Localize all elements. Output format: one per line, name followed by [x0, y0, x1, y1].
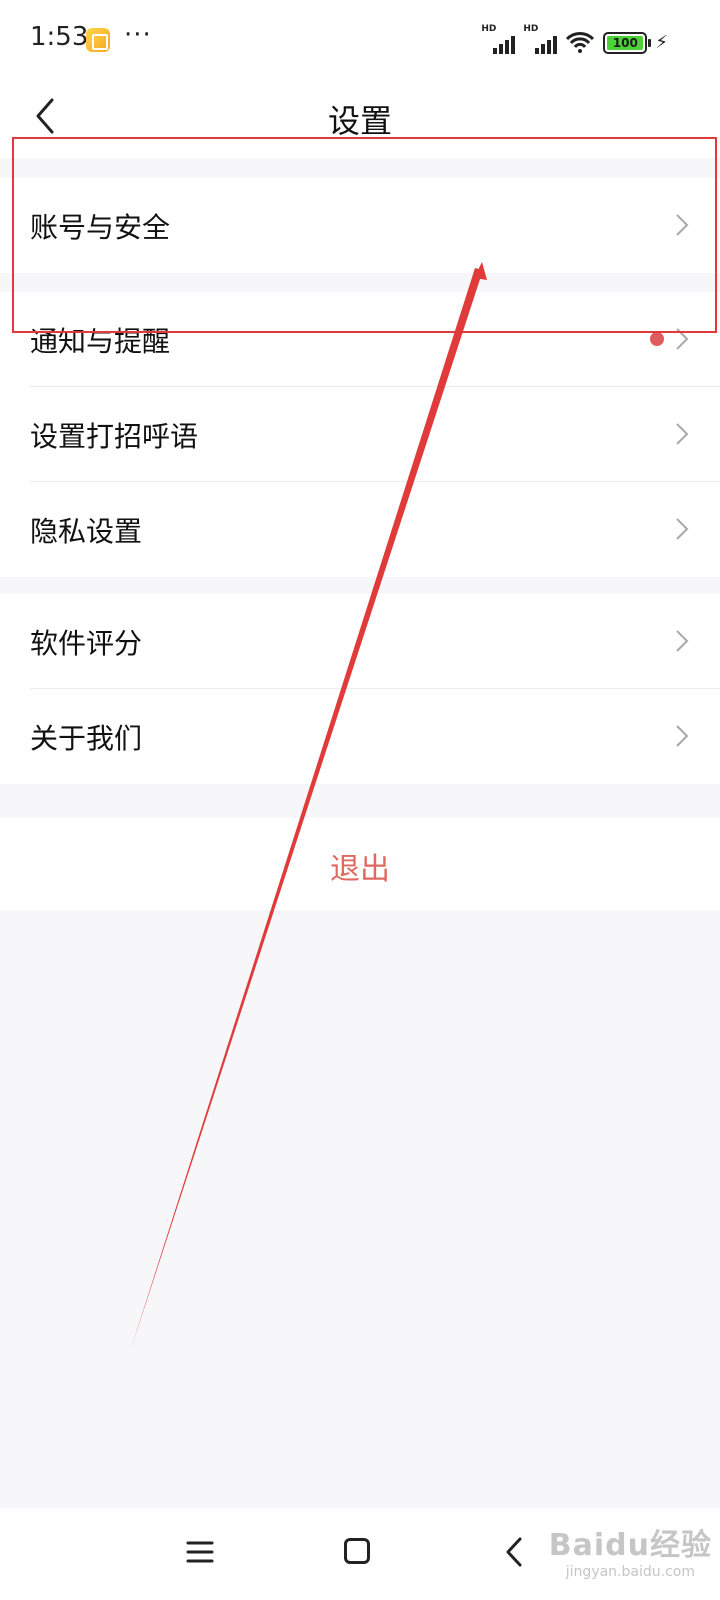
settings-item-notifications[interactable]: 通知与提醒 — [0, 292, 720, 387]
home-icon[interactable] — [344, 1538, 370, 1564]
menu-icon[interactable] — [186, 1538, 214, 1566]
watermark-url: jingyan.baidu.com — [565, 1564, 695, 1580]
page-title: 设置 — [327, 102, 392, 140]
sim1-hd-label: HD — [481, 24, 497, 34]
status-icons: HD HD 100 ⚡ — [481, 24, 668, 54]
status-bar: 1:53 ··· HD HD 100 ⚡ — [0, 0, 720, 80]
settings-item-rate-app[interactable]: 软件评分 — [0, 594, 720, 689]
settings-item-label: 隐私设置 — [30, 515, 143, 548]
settings-item-label: 关于我们 — [30, 722, 143, 755]
chevron-right-icon — [676, 630, 689, 652]
sim2-hd-label: HD — [523, 24, 539, 34]
settings-item-about-us[interactable]: 关于我们 — [0, 689, 720, 784]
settings-item-label: 软件评分 — [30, 627, 143, 660]
settings-item-label: 账号与安全 — [30, 211, 171, 244]
signal-icon: HD — [481, 24, 516, 54]
chevron-right-icon — [676, 518, 689, 540]
more-notifications-indicator: ··· — [124, 20, 152, 50]
wifi-icon — [566, 32, 595, 53]
watermark-logo-text: Baidu经验 — [548, 1528, 712, 1563]
page-header: 设置 — [0, 80, 720, 158]
chevron-right-icon — [676, 328, 689, 350]
chevron-right-icon — [676, 423, 689, 445]
settings-item-label: 设置打招呼语 — [30, 420, 199, 453]
settings-group-about: 软件评分 关于我们 — [0, 594, 720, 784]
chevron-right-icon — [676, 214, 689, 236]
unread-dot-badge — [650, 332, 664, 346]
system-nav-bar: Baidu经验 jingyan.baidu.com — [0, 1508, 720, 1600]
logout-button[interactable]: 退出 — [0, 818, 720, 910]
settings-group-account: 账号与安全 — [0, 178, 720, 273]
settings-item-greeting[interactable]: 设置打招呼语 — [0, 387, 720, 482]
settings-item-account-security[interactable]: 账号与安全 — [0, 178, 720, 273]
settings-item-privacy[interactable]: 隐私设置 — [0, 482, 720, 577]
battery-level: 100 — [607, 36, 644, 50]
settings-group-general: 通知与提醒 设置打招呼语 隐私设置 — [0, 292, 720, 577]
logout-label: 退出 — [330, 852, 390, 887]
watermark: Baidu经验 jingyan.baidu.com — [549, 1520, 712, 1580]
status-time: 1:53 — [30, 22, 89, 52]
chevron-right-icon — [676, 725, 689, 747]
back-icon[interactable] — [504, 1536, 524, 1568]
app-notification-icon — [86, 28, 110, 52]
charging-icon: ⚡ — [655, 32, 668, 53]
signal-icon: HD — [523, 24, 558, 54]
settings-item-label: 通知与提醒 — [30, 325, 171, 358]
battery-icon: 100 — [603, 32, 652, 54]
